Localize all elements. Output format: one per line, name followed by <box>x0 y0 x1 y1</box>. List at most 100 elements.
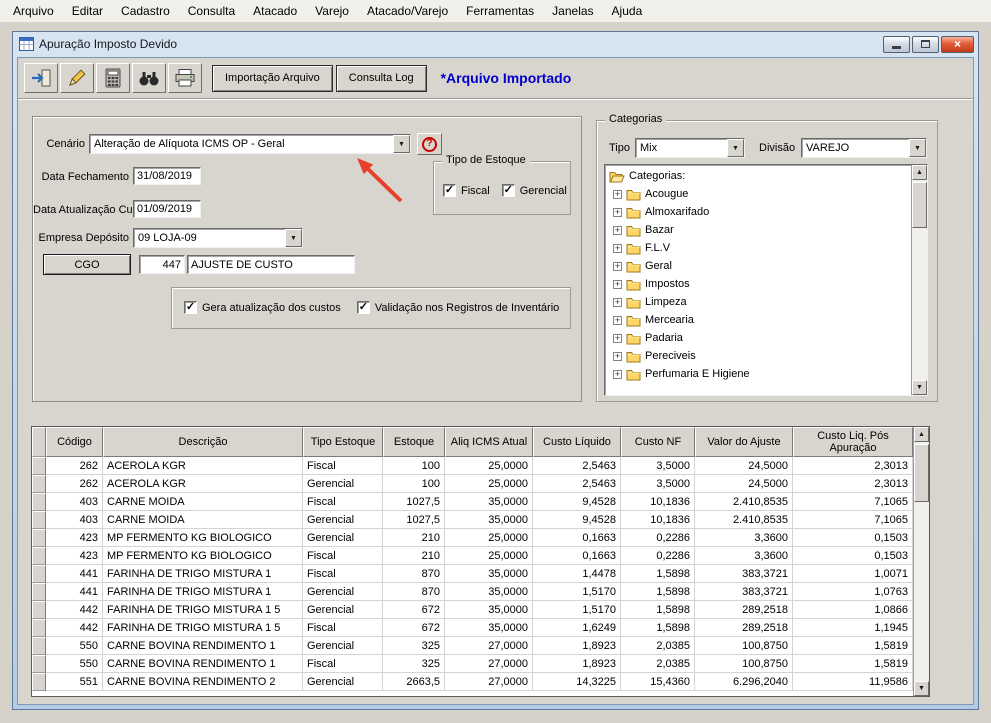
grid-row[interactable]: 550 CARNE BOVINA RENDIMENTO 1 Fiscal 325… <box>32 655 913 673</box>
tree-item[interactable]: + Perfumaria E Higiene <box>605 365 911 383</box>
menu-item[interactable]: Ferramentas <box>457 0 543 22</box>
grid-row[interactable]: 423 MP FERMENTO KG BIOLOGICO Fiscal 210 … <box>32 547 913 565</box>
tree-item[interactable]: + Limpeza <box>605 293 911 311</box>
scroll-thumb[interactable] <box>914 444 929 502</box>
grid-row[interactable]: 423 MP FERMENTO KG BIOLOGICO Gerencial 2… <box>32 529 913 547</box>
cell-custo-liquido: 1,6249 <box>533 619 621 637</box>
checkbox-icon[interactable]: ✓ <box>356 301 370 314</box>
scroll-down-button[interactable]: ▼ <box>912 380 927 395</box>
grid-row[interactable]: 441 FARINHA DE TRIGO MISTURA 1 Gerencial… <box>32 583 913 601</box>
tree-item-label: Padaria <box>645 332 683 344</box>
chevron-down-icon[interactable]: ▼ <box>727 139 744 157</box>
edit-button[interactable] <box>60 63 94 93</box>
menu-item[interactable]: Cadastro <box>112 0 179 22</box>
stock-type-option[interactable]: ✓ Gerencial <box>501 184 567 197</box>
chevron-down-icon[interactable]: ▼ <box>393 135 410 153</box>
expand-icon[interactable]: + <box>613 225 622 235</box>
chevron-down-icon[interactable]: ▼ <box>909 139 926 157</box>
import-file-button[interactable]: Importação Arquivo <box>212 64 333 92</box>
cell-custo-pos-apuracao: 0,1503 <box>793 529 913 547</box>
grid-row[interactable]: 550 CARNE BOVINA RENDIMENTO 1 Gerencial … <box>32 637 913 655</box>
menu-item[interactable]: Atacado/Varejo <box>358 0 457 22</box>
tree-item[interactable]: + Padaria <box>605 329 911 347</box>
cell-tipo-estoque: Gerencial <box>303 637 383 655</box>
flag-option[interactable]: ✓ Validação nos Registros de Inventário <box>356 301 560 314</box>
exit-button[interactable] <box>24 63 58 93</box>
checkbox-icon[interactable]: ✓ <box>443 184 456 197</box>
grid-scrollbar: ▲ ▼ <box>913 427 929 696</box>
maximize-button[interactable] <box>912 35 939 53</box>
tree-item[interactable]: + Acougue <box>605 185 911 203</box>
checkbox-label: Validação nos Registros de Inventário <box>374 301 560 314</box>
tree-item[interactable]: + Impostos <box>605 275 911 293</box>
tree-item[interactable]: + Mercearia <box>605 311 911 329</box>
menu-item[interactable]: Atacado <box>244 0 306 22</box>
flag-option[interactable]: ✓ Gera atualização dos custos <box>184 301 341 314</box>
process-button[interactable] <box>96 63 130 93</box>
maximize-icon <box>921 40 930 48</box>
grid-row[interactable]: 442 FARINHA DE TRIGO MISTURA 1 5 Fiscal … <box>32 619 913 637</box>
scroll-down-button[interactable]: ▼ <box>914 681 929 696</box>
grid-row[interactable]: 441 FARINHA DE TRIGO MISTURA 1 Fiscal 87… <box>32 565 913 583</box>
search-button[interactable] <box>132 63 166 93</box>
grid-row[interactable]: 262 ACEROLA KGR Gerencial 100 25,0000 2,… <box>32 475 913 493</box>
expand-icon[interactable]: + <box>613 315 622 325</box>
expand-icon[interactable]: + <box>613 207 622 217</box>
scroll-up-button[interactable]: ▲ <box>914 427 929 442</box>
expand-icon[interactable]: + <box>613 297 622 307</box>
minimize-button[interactable] <box>883 35 910 53</box>
grid-row[interactable]: 442 FARINHA DE TRIGO MISTURA 1 5 Gerenci… <box>32 601 913 619</box>
cell-codigo: 551 <box>46 673 103 691</box>
tree-item-label: Impostos <box>645 278 690 290</box>
checkbox-label: Fiscal <box>461 184 490 197</box>
tree-item[interactable]: + Pereciveis <box>605 347 911 365</box>
menu-item[interactable]: Ajuda <box>603 0 652 22</box>
chevron-down-icon[interactable]: ▼ <box>285 229 302 247</box>
checkbox-icon[interactable]: ✓ <box>184 301 197 314</box>
expand-icon[interactable]: + <box>613 279 622 289</box>
scroll-track[interactable] <box>912 180 927 380</box>
print-button[interactable] <box>168 63 202 93</box>
expand-icon[interactable]: + <box>613 333 622 343</box>
tree-item[interactable]: + Almoxarifado <box>605 203 911 221</box>
grid-row[interactable]: 403 CARNE MOIDA Fiscal 1027,5 35,0000 9,… <box>32 493 913 511</box>
tree-root-item[interactable]: Categorias: <box>605 167 911 185</box>
help-button[interactable]: ? <box>417 133 442 155</box>
expand-icon[interactable]: + <box>613 243 622 253</box>
cell-custo-nf: 10,1836 <box>621 511 695 529</box>
tree-item[interactable]: + Geral <box>605 257 911 275</box>
scroll-up-button[interactable]: ▲ <box>912 165 927 180</box>
expand-icon[interactable]: + <box>613 189 622 199</box>
empresa-deposito-combobox[interactable]: 09 LOJA-09 ▼ <box>133 228 303 248</box>
menu-item[interactable]: Consulta <box>179 0 244 22</box>
expand-icon[interactable]: + <box>613 261 622 271</box>
menu-item[interactable]: Editar <box>63 0 112 22</box>
menu-item[interactable]: Arquivo <box>4 0 63 22</box>
close-button[interactable]: × <box>941 35 974 53</box>
consult-log-button[interactable]: Consulta Log <box>335 64 427 92</box>
expand-icon[interactable]: + <box>613 369 622 379</box>
expand-icon[interactable]: + <box>613 351 622 361</box>
grid-row[interactable]: 262 ACEROLA KGR Fiscal 100 25,0000 2,546… <box>32 457 913 475</box>
cgo-button[interactable]: CGO <box>43 254 131 275</box>
cgo-code-field[interactable] <box>139 255 185 274</box>
tipo-combobox[interactable]: Mix ▼ <box>635 138 745 158</box>
tree-item-label: F.L.V <box>645 242 671 254</box>
stock-type-option[interactable]: ✓ Fiscal <box>443 184 490 197</box>
grid-row[interactable]: 551 CARNE BOVINA RENDIMENTO 2 Gerencial … <box>32 673 913 691</box>
menu-item[interactable]: Janelas <box>543 0 602 22</box>
scroll-track[interactable] <box>914 442 929 681</box>
data-atualizacao-field[interactable] <box>133 200 201 218</box>
grid-row[interactable]: 403 CARNE MOIDA Gerencial 1027,5 35,0000… <box>32 511 913 529</box>
menu-item[interactable]: Varejo <box>306 0 358 22</box>
cenario-combobox[interactable]: Alteração de Alíquota ICMS OP - Geral ▼ <box>89 134 411 154</box>
titlebar: Apuração Imposto Devido × <box>13 32 978 56</box>
row-indicator <box>32 457 46 475</box>
divisao-combobox[interactable]: VAREJO ▼ <box>801 138 927 158</box>
tree-item[interactable]: + Bazar <box>605 221 911 239</box>
tree-item[interactable]: + F.L.V <box>605 239 911 257</box>
scroll-thumb[interactable] <box>912 182 927 228</box>
cgo-description-field[interactable] <box>187 255 355 274</box>
checkbox-icon[interactable]: ✓ <box>501 184 515 197</box>
data-fechamento-field[interactable] <box>133 167 201 185</box>
